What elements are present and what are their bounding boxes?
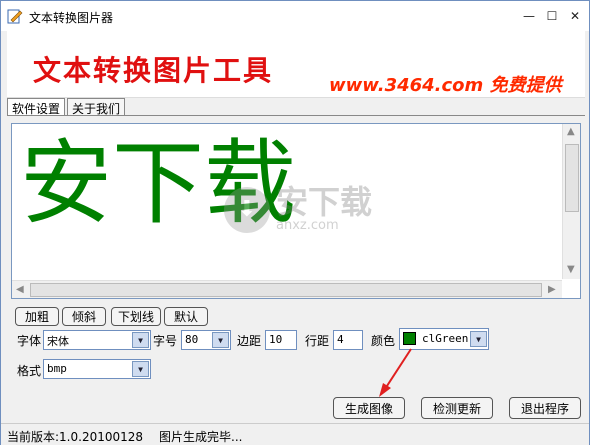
size-label: 字号 bbox=[153, 334, 178, 348]
version-text: 当前版本:1.0.20100128 bbox=[7, 430, 144, 444]
format-label: 格式 bbox=[17, 364, 42, 378]
underline-button[interactable]: 下划线 bbox=[111, 307, 161, 326]
tab-bar: 软件设置 关于我们 bbox=[7, 98, 127, 116]
spacing-value: 4 bbox=[337, 333, 344, 346]
margin-value: 10 bbox=[269, 333, 283, 346]
spacing-label: 行距 bbox=[305, 334, 330, 348]
font-value: 宋体 bbox=[47, 335, 69, 348]
close-icon[interactable]: ✕ bbox=[567, 8, 583, 24]
size-value: 80 bbox=[185, 333, 199, 346]
watermark: ⬇ 安下载 anxz.com bbox=[224, 186, 372, 233]
vertical-scroll-thumb[interactable] bbox=[565, 144, 579, 212]
banner: 文本转换图片工具 www.3464.com 免费提供 bbox=[7, 31, 585, 98]
margin-label: 边距 bbox=[237, 334, 262, 348]
chevron-down-icon[interactable]: ▼ bbox=[470, 331, 487, 347]
chevron-down-icon[interactable]: ▼ bbox=[132, 361, 149, 377]
size-select[interactable]: 80 ▼ bbox=[181, 330, 231, 350]
scroll-down-icon[interactable]: ▼ bbox=[567, 264, 575, 275]
check-update-button[interactable]: 检测更新 bbox=[421, 397, 493, 419]
watermark-logo-icon: ⬇ bbox=[224, 186, 270, 233]
scroll-left-icon[interactable]: ◀ bbox=[16, 284, 24, 295]
scroll-right-icon[interactable]: ▶ bbox=[548, 284, 556, 295]
title-bar: 文本转换图片器 — ☐ ✕ bbox=[1, 1, 589, 31]
bold-button[interactable]: 加粗 bbox=[15, 307, 59, 326]
scroll-up-icon[interactable]: ▲ bbox=[567, 126, 575, 137]
margin-input[interactable]: 10 bbox=[265, 330, 297, 350]
tab-about[interactable]: 关于我们 bbox=[67, 98, 126, 116]
chevron-down-icon[interactable]: ▼ bbox=[212, 332, 229, 348]
default-button[interactable]: 默认 bbox=[164, 307, 208, 326]
horizontal-scroll-thumb[interactable] bbox=[30, 283, 542, 297]
pointer-arrow-icon bbox=[379, 348, 412, 397]
font-select[interactable]: 宋体 ▼ bbox=[43, 330, 151, 350]
horizontal-scrollbar[interactable]: ◀ ▶ bbox=[12, 280, 562, 298]
format-select[interactable]: bmp ▼ bbox=[43, 359, 151, 379]
banner-title: 文本转换图片工具 bbox=[33, 54, 274, 87]
watermark-main: 安下载 bbox=[276, 183, 373, 221]
window-title: 文本转换图片器 bbox=[29, 11, 114, 25]
tab-settings[interactable]: 软件设置 bbox=[7, 98, 66, 116]
maximize-icon[interactable]: ☐ bbox=[544, 8, 560, 24]
font-label: 字体 bbox=[17, 334, 42, 348]
chevron-down-icon[interactable]: ▼ bbox=[132, 332, 149, 348]
format-value: bmp bbox=[47, 362, 67, 375]
edit-icon bbox=[7, 8, 23, 24]
status-bar: 当前版本:1.0.20100128 图片生成完毕... bbox=[1, 423, 589, 445]
generate-image-button[interactable]: 生成图像 bbox=[333, 397, 405, 419]
preview-area: 安下载 ⬇ 安下载 anxz.com ▲ ▼ ◀ ▶ bbox=[11, 123, 581, 299]
spacing-input[interactable]: 4 bbox=[333, 330, 363, 350]
italic-button[interactable]: 倾斜 bbox=[62, 307, 106, 326]
app-window: 文本转换图片器 — ☐ ✕ 文本转换图片工具 www.3464.com 免费提供… bbox=[0, 0, 590, 445]
exit-button[interactable]: 退出程序 bbox=[509, 397, 581, 419]
banner-subtitle: www.3464.com 免费提供 bbox=[329, 75, 562, 96]
status-message: 图片生成完毕... bbox=[159, 430, 243, 444]
vertical-scrollbar[interactable]: ▲ ▼ bbox=[562, 124, 580, 279]
color-value: clGreen bbox=[422, 332, 469, 345]
minimize-icon[interactable]: — bbox=[521, 8, 537, 24]
